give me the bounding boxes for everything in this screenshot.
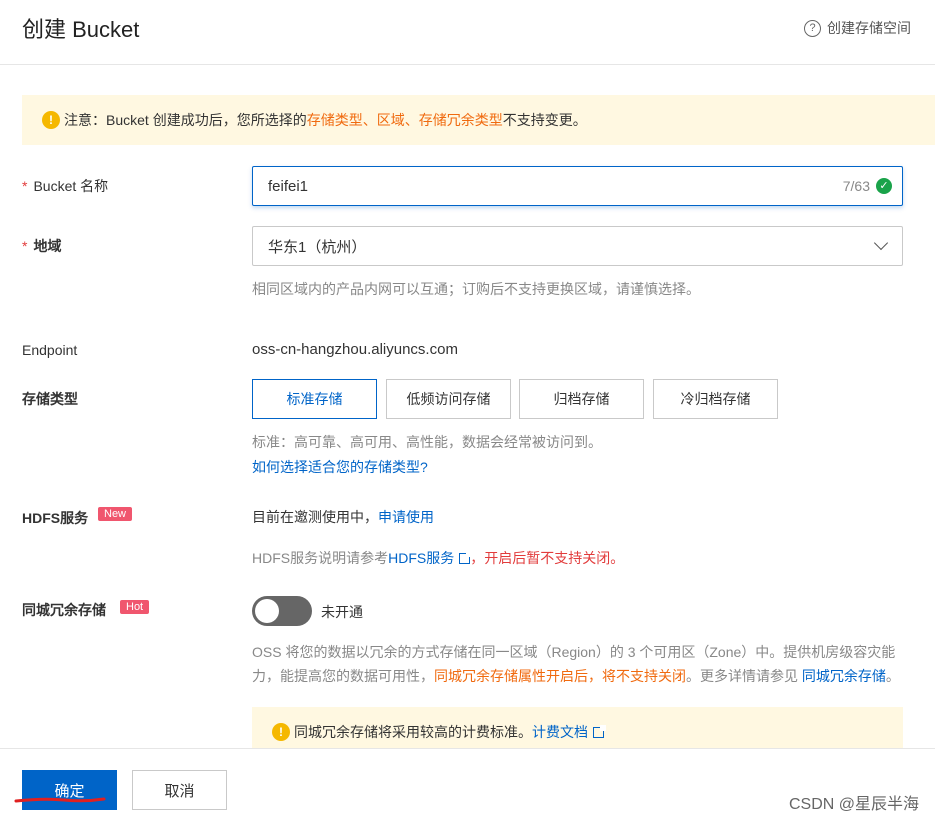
hdfs-status-text: 目前在邀测使用中， [252, 509, 378, 525]
storage-type-ia[interactable]: 低频访问存储 [386, 379, 511, 419]
hdfs-label: HDFS服务 [22, 508, 88, 528]
external-link-icon [459, 551, 473, 564]
toggle-knob [255, 599, 279, 623]
cancel-button[interactable]: 取消 [132, 770, 227, 810]
page-title: 创建 Bucket [22, 17, 140, 42]
check-circle-icon: ✓ [876, 178, 892, 194]
required-mark: * [22, 178, 28, 194]
region-label-text: 地域 [33, 238, 62, 254]
hdfs-note: HDFS服务说明请参考HDFS服务 ，开启后暂不支持关闭。 [252, 548, 624, 568]
storage-type-standard[interactable]: 标准存储 [252, 379, 377, 419]
notice-prefix: 注意：Bucket 创建成功后，您所选择的 [64, 112, 307, 128]
notice-region: 区域 [376, 112, 405, 128]
notice-sep2: 、 [404, 112, 419, 128]
region-value: 华东1（杭州） [268, 238, 367, 256]
footer-divider [0, 748, 935, 749]
hot-badge: Hot [120, 600, 150, 614]
notice-sep1: 、 [362, 112, 377, 128]
region-label: * 地域 [22, 236, 61, 256]
desc-text-2: 。更多详情请参见 [686, 668, 802, 684]
storage-type-help-link[interactable]: 如何选择适合您的存储类型? [252, 457, 428, 477]
warning-icon: ! [42, 111, 60, 129]
required-mark: * [22, 238, 28, 254]
new-badge: New [98, 507, 133, 521]
desc-warn: 同城冗余存储属性开启后，将不支持关闭 [434, 668, 686, 684]
toggle-status: 未开通 [321, 604, 363, 620]
red-underline-annotation [14, 797, 106, 803]
billing-doc-link[interactable]: 计费文档 [532, 722, 588, 742]
billing-text: 同城冗余存储将采用较高的计费标准。 [294, 724, 532, 740]
chevron-down-icon [873, 235, 889, 251]
question-circle-icon: ? [804, 19, 821, 37]
bucket-name-input[interactable]: feifei1 7/63 ✓ [252, 166, 903, 206]
bucket-name-value[interactable]: feifei1 [268, 178, 843, 195]
notice-redundancy: 存储冗余类型 [418, 112, 503, 128]
notice-suffix: 不支持变更。 [502, 112, 587, 128]
endpoint-value: oss-cn-hangzhou.aliyuncs.com [252, 341, 458, 358]
storage-type-label-text: 存储类型 [22, 391, 78, 407]
endpoint-label: Endpoint [22, 342, 78, 358]
bucket-name-label: * Bucket 名称 [22, 176, 108, 196]
region-hint: 相同区域内的产品内网可以互通；订购后不支持更换区域，请谨慎选择。 [252, 281, 700, 297]
zone-redundancy-doc-link[interactable]: 同城冗余存储 [802, 668, 886, 684]
zone-redundancy-label-text: 同城冗余存储 [22, 602, 106, 618]
region-select[interactable]: 华东1（杭州） [252, 226, 903, 266]
hdfs-apply-link[interactable]: 申请使用 [378, 509, 434, 525]
hdfs-note-prefix: HDFS服务说明请参考 [252, 550, 389, 566]
warning-icon: ! [272, 723, 290, 741]
external-link-icon [593, 724, 606, 738]
zone-redundancy-label: 同城冗余存储 [22, 600, 106, 620]
zone-redundancy-toggle[interactable] [252, 596, 312, 626]
storage-type-label: 存储类型 [22, 389, 78, 409]
storage-type-cold-archive[interactable]: 冷归档存储 [653, 379, 778, 419]
notice-banner: ! 注意：Bucket 创建成功后，您所选择的 存储类型 、 区域 、 存储冗余… [22, 95, 935, 145]
hdfs-label-text: HDFS服务 [22, 510, 89, 526]
bucket-name-label-text: Bucket 名称 [33, 178, 109, 194]
watermark: CSDN @星辰半海 [788, 796, 919, 813]
hdfs-status: 目前在邀测使用中，申请使用 [252, 507, 434, 527]
hdfs-doc-link[interactable]: HDFS服务 [388, 550, 454, 566]
help-label: 创建存储空间 [827, 20, 911, 36]
desc-end: 。 [885, 668, 900, 684]
char-counter: 7/63 [842, 178, 870, 194]
help-link[interactable]: ? 创建存储空间 [804, 18, 911, 38]
confirm-button[interactable]: 确定 [22, 770, 117, 810]
notice-storage-type: 存储类型 [306, 112, 363, 128]
hdfs-note-warn: ，开启后暂不支持关闭。 [470, 550, 625, 566]
storage-type-archive[interactable]: 归档存储 [519, 379, 644, 419]
storage-type-hint: 标准：高可靠、高可用、高性能，数据会经常被访问到。 [252, 434, 602, 450]
zone-redundancy-desc: OSS 将您的数据以冗余的方式存储在同一区域（Region）的 3 个可用区（Z… [252, 640, 907, 688]
header-divider [0, 64, 935, 65]
